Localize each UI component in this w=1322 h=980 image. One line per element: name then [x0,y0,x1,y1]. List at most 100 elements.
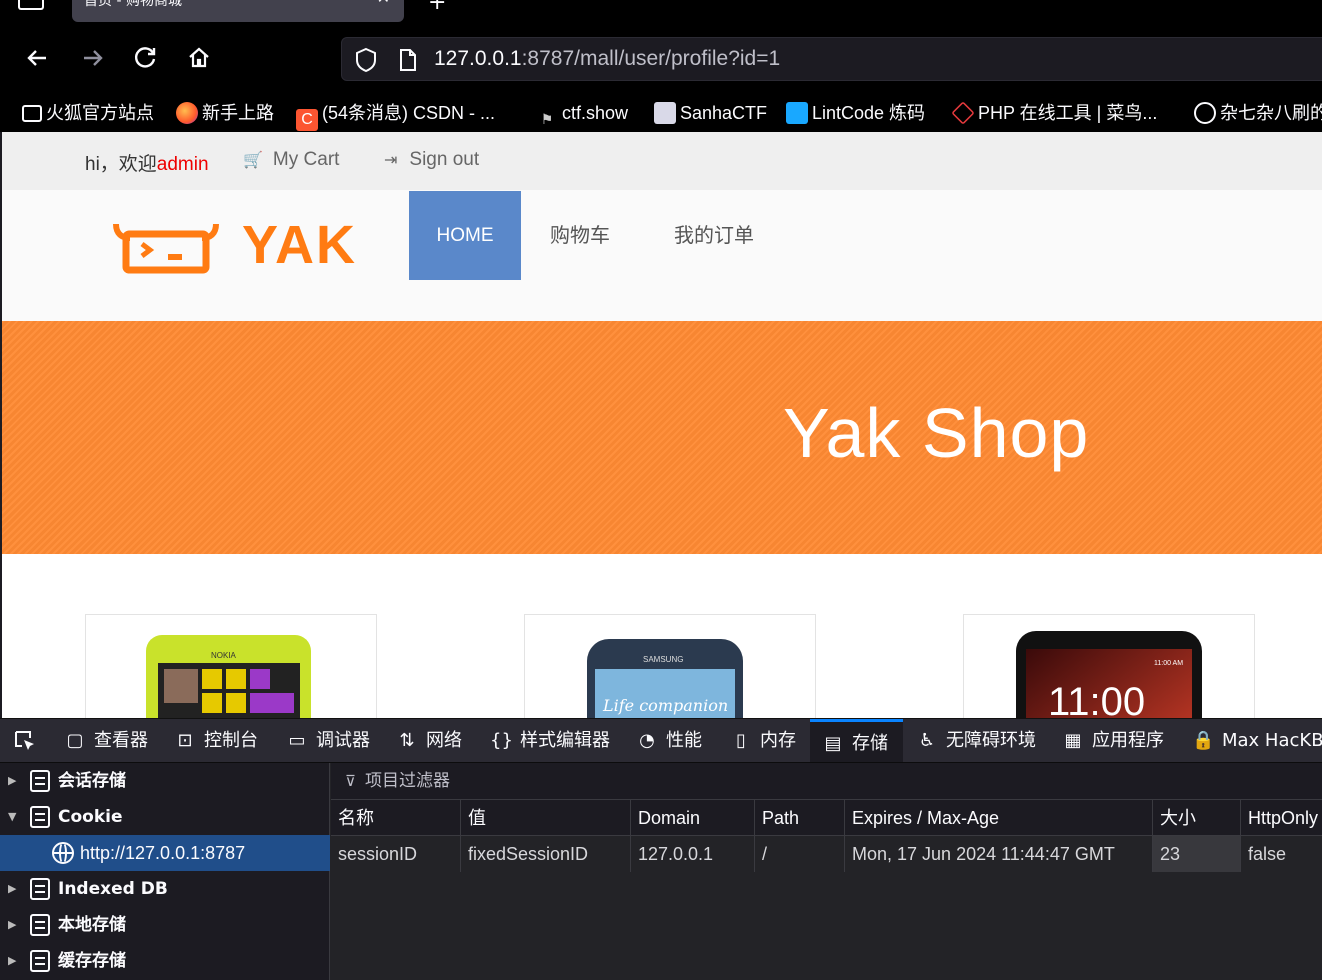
reload-icon[interactable] [132,44,160,72]
cell-value[interactable]: fixedSessionID [460,836,630,872]
close-tab-icon[interactable]: ✕ [377,0,390,7]
tab-label: 网络 [426,730,462,751]
tab-inspector[interactable]: ▢ 查看器 [64,719,148,762]
column-header-size[interactable]: 大小 [1152,800,1240,836]
ctfshow-icon: ⚑ [540,111,554,127]
tab-network[interactable]: ⇅ 网络 [396,719,462,762]
cell-size[interactable]: 23 [1152,836,1240,872]
table-row[interactable]: sessionID fixedSessionID 127.0.0.1 / Mon… [331,836,1322,872]
back-icon[interactable] [24,44,52,72]
menu-orders[interactable]: 我的订单 [674,191,754,280]
window-menu-icon[interactable] [18,0,44,10]
bookmark-runoob[interactable]: PHP 在线工具 | 菜鸟... [951,99,1158,127]
bookmark-sanhactf[interactable]: SanhaCTF [654,99,767,127]
filter-input[interactable]: 项目过滤器 [365,763,450,800]
collapse-arrow-icon[interactable]: ▼ [8,799,16,835]
filter-icon: ⊽ [345,772,356,790]
inspector-icon: ▢ [66,730,84,751]
tree-indexed-db[interactable]: ▶ Indexed DB [0,871,330,907]
product-card[interactable]: SAMSUNG Life companion [524,614,816,718]
web-page: hi，欢迎admin 🛒 My Cart ⇥ Sign out YAK HOME 购… [2,132,1322,718]
new-tab-button[interactable]: + [428,0,446,15]
column-header-name[interactable]: 名称 [331,800,460,836]
user-strip: hi，欢迎admin 🛒 My Cart ⇥ Sign out [2,132,1322,190]
forward-icon[interactable] [78,44,106,72]
bookmark-label: LintCode 炼码 [812,103,926,123]
url-host: 127.0.0.1 [434,47,522,70]
product-card[interactable]: 11:00 11:00 AM [963,614,1255,718]
tab-debugger[interactable]: ▭ 调试器 [286,719,370,762]
devtools-toolbar: ▢ 查看器 ⊡ 控制台 ▭ 调试器 ⇅ 网络 {} 样式编辑器 ◔ 性能 ▯ 内存 ▤ 存储 ♿… [0,718,1322,763]
tab-memory[interactable]: ▯ 内存 [730,719,796,762]
cell-expires[interactable]: Mon, 17 Jun 2024 11:44:47 GMT [844,836,1152,872]
tab-label: Max HacKB [1222,730,1322,751]
bookmark-label: PHP 在线工具 | 菜鸟... [978,103,1158,123]
accessibility-icon: ♿ [918,730,936,751]
username[interactable]: admin [157,154,209,175]
svg-text:NOKIA: NOKIA [211,651,237,660]
expand-arrow-icon[interactable]: ▶ [8,763,16,799]
cell-path[interactable]: / [754,836,844,872]
column-header-value[interactable]: 值 [460,800,630,836]
menu-home[interactable]: HOME [409,191,521,280]
bookmark-getting-started[interactable]: 新手上路 [176,99,274,127]
home-icon[interactable] [185,44,213,72]
my-cart-link[interactable]: 🛒 My Cart [243,149,339,171]
tree-cookie-host[interactable]: http://127.0.0.1:8787 [0,835,330,871]
tree-local-storage[interactable]: ▶ 本地存储 [0,907,330,943]
expand-arrow-icon[interactable]: ▶ [8,907,16,943]
sign-out-link[interactable]: ⇥ Sign out [384,149,479,171]
page-icon[interactable] [398,48,418,76]
column-header-expires[interactable]: Expires / Max-Age [844,800,1152,836]
cell-httponly[interactable]: false [1240,836,1322,872]
table-header: 名称 值 Domain Path Expires / Max-Age 大小 Ht… [331,800,1322,836]
network-icon: ⇅ [399,730,415,751]
lock-icon: 🔒 [1192,730,1215,751]
bookmark-csdn[interactable]: C (54条消息) CSDN - ... [296,99,495,131]
bookmark-label: 火狐官方站点 [46,103,154,123]
tab-storage[interactable]: ▤ 存储 [810,719,903,762]
product-image[interactable]: 11:00 11:00 AM [964,615,1255,718]
site-logo[interactable]: YAK [112,215,382,278]
tab-label: 控制台 [204,730,258,751]
column-header-domain[interactable]: Domain [630,800,754,836]
product-image[interactable]: NOKIA [86,615,377,718]
url-path: :8787/mall/user/profile?id=1 [521,47,781,70]
storage-tree: ▶ 会话存储 ▼ Cookie http://127.0.0.1:8787 ▶ Ind… [0,763,330,980]
expand-arrow-icon[interactable]: ▶ [8,871,16,907]
tree-cache-storage[interactable]: ▶ 缓存存储 [0,943,330,979]
browser-tab[interactable]: 首页 - 购物商城 ✕ [72,0,404,22]
tree-label: Indexed DB [58,879,168,899]
address-bar[interactable]: 127.0.0.1:8787/mall/user/profile?id=1 [341,37,1322,81]
my-cart-label: My Cart [272,149,340,170]
bookmark-firefox-sites[interactable]: 火狐官方站点 [22,99,154,127]
tab-accessibility[interactable]: ♿ 无障碍环境 [916,719,1036,762]
cell-name[interactable]: sessionID [331,836,460,872]
product-card[interactable]: NOKIA [85,614,377,718]
site-header: YAK HOME 购物车 我的订单 [2,190,1322,321]
cell-domain[interactable]: 127.0.0.1 [630,836,754,872]
element-picker-icon[interactable] [12,719,38,762]
product-image[interactable]: SAMSUNG Life companion [525,615,816,718]
tree-session-storage[interactable]: ▶ 会话存储 [0,763,330,799]
expand-arrow-icon[interactable]: ▶ [8,943,16,979]
shield-icon[interactable] [354,47,378,77]
menu-cart[interactable]: 购物车 [550,191,610,280]
tab-style-editor[interactable]: {} 样式编辑器 [490,719,610,762]
tab-max-hackbar[interactable]: 🔒 Max HacKB [1192,719,1322,762]
filter-bar[interactable]: ⊽ 项目过滤器 [331,763,1322,800]
column-header-httponly[interactable]: HttpOnly [1240,800,1322,836]
tree-cookie[interactable]: ▼ Cookie [0,799,330,835]
tab-title: 首页 - 购物商城 [84,0,182,9]
memory-chip-icon: ▯ [736,730,746,751]
bookmark-lintcode[interactable]: LintCode 炼码 [786,99,925,127]
column-header-path[interactable]: Path [754,800,844,836]
tab-application[interactable]: ▦ 应用程序 [1062,719,1164,762]
bookmark-misc[interactable]: 杂七杂八刷的 [1194,99,1322,127]
lintcode-icon [786,102,808,124]
tab-console[interactable]: ⊡ 控制台 [174,719,258,762]
storage-db-icon [30,806,50,828]
tab-performance[interactable]: ◔ 性能 [636,719,702,762]
url-text[interactable]: 127.0.0.1:8787/mall/user/profile?id=1 [434,47,780,71]
bookmark-ctfshow[interactable]: ⚑ ctf.show [536,99,628,127]
